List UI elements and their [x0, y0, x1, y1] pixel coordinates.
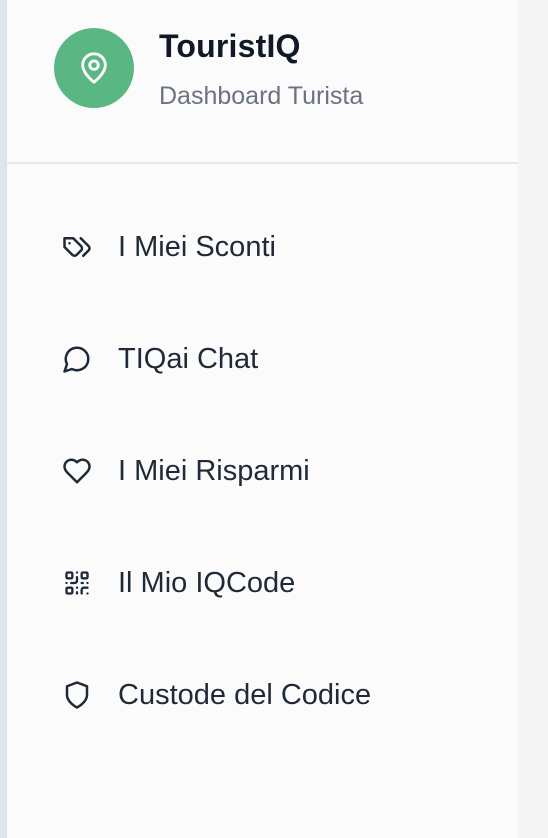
sidebar: TouristIQ Dashboard Turista I Miei Scont…	[7, 0, 518, 838]
sidebar-item-chat[interactable]: TIQai Chat	[7, 327, 518, 391]
map-pin-icon	[77, 51, 111, 85]
app-subtitle: Dashboard Turista	[159, 82, 364, 110]
sidebar-item-label: I Miei Risparmi	[118, 454, 310, 487]
sidebar-item-sconti[interactable]: I Miei Sconti	[7, 215, 518, 279]
app-title: TouristIQ	[159, 28, 301, 64]
page: TouristIQ Dashboard Turista I Miei Scont…	[0, 0, 548, 838]
shield-icon	[61, 679, 93, 711]
heart-icon	[61, 455, 93, 487]
sidebar-item-risparmi[interactable]: I Miei Risparmi	[7, 439, 518, 503]
sidebar-header: TouristIQ Dashboard Turista	[7, 0, 518, 164]
qr-code-icon	[61, 567, 93, 599]
message-circle-icon	[61, 343, 93, 375]
sidebar-item-label: Custode del Codice	[118, 678, 372, 711]
main-content-edge	[518, 0, 548, 838]
sidebar-item-label: I Miei Sconti	[118, 230, 276, 263]
logo	[54, 28, 134, 108]
sidebar-item-label: Il Mio IQCode	[118, 566, 296, 599]
sidebar-item-custode[interactable]: Custode del Codice	[7, 663, 518, 727]
left-edge	[0, 0, 7, 838]
sidebar-item-label: TIQai Chat	[118, 342, 259, 375]
tags-icon	[61, 231, 93, 263]
sidebar-item-iqcode[interactable]: Il Mio IQCode	[7, 551, 518, 615]
